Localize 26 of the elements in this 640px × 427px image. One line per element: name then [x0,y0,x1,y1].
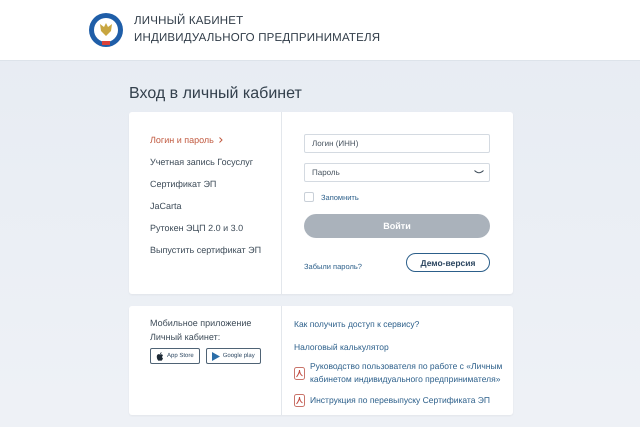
remember-checkbox[interactable] [304,192,314,202]
login-method-tab[interactable]: Рутокен ЭЦП 2.0 и 3.0 [150,222,271,234]
pdf-document-link[interactable]: Инструкция по перевыпуску Сертификата ЭП [310,394,490,407]
password-field[interactable]: Пароль [304,163,490,182]
pdf-document-link[interactable]: Руководство пользователя по работе с «Личным кабинетом индивидуального предпринимателя» [310,360,507,386]
login-method-tab[interactable]: Учетная запись Госуслуг [150,156,271,168]
play-icon [212,352,220,360]
info-link[interactable]: Как получить доступ к сервису? [294,319,420,329]
login-method-tab[interactable]: Сертификат ЭП [150,178,271,190]
info-link[interactable]: Налоговый калькулятор [294,342,389,352]
chevron-icon [218,137,223,143]
demo-button[interactable]: Демо-версия [406,253,490,272]
login-method-tab[interactable]: Выпустить сертификат ЭП [150,244,271,256]
emblem-icon [88,12,124,48]
login-field[interactable]: Логин (ИНН) [304,134,490,153]
pdf-icon [294,394,305,407]
app-promo-text: Личный кабинет: [150,331,222,344]
site-title: ЛИЧНЫЙ КАБИНЕТ [134,13,244,29]
page-heading: Вход в личный кабинет [129,85,303,103]
login-method-tab[interactable]: JaCarta [150,200,271,212]
site-title: ИНДИВИДУАЛЬНОГО ПРЕДПРИНИМАТЕЛЯ [134,31,380,46]
pdf-icon [294,366,305,380]
closed-eye-icon [474,170,484,174]
apple-icon [156,352,164,360]
app-promo-text: Мобильное приложение [150,317,252,330]
login-method-tab[interactable]: Логин и пароль [150,134,271,146]
